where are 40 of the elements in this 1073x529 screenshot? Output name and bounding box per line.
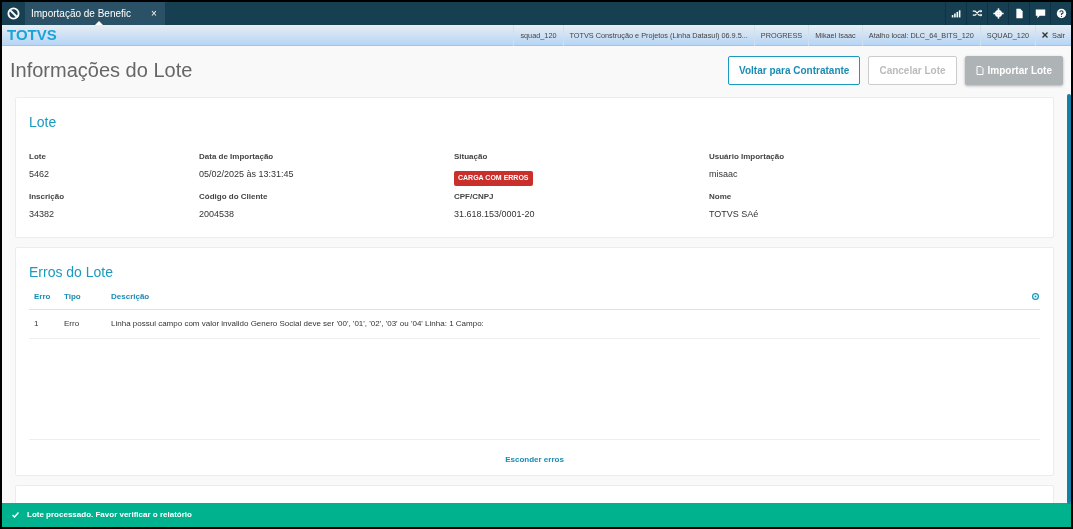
field-label: Data de Importação [199, 151, 275, 163]
card-title: Lote [29, 113, 58, 132]
field-label: Código do Cliente [199, 191, 269, 203]
column-header: Tipo [64, 290, 82, 303]
table-cell-text: Linha possui campo com valor invalido Genero Social deve ser '00', '01', '02', '03' ou '04' Linha: 1 Campo: [111, 317, 485, 330]
field-value: 31.618.153/0001-20 [454, 208, 536, 221]
field-value: 05/02/2025 às 13:31:45 [199, 168, 295, 181]
field-label: Lote [29, 151, 47, 163]
page-title: Informações do Lote [10, 58, 194, 83]
signal-icon[interactable] [950, 8, 962, 19]
document-icon[interactable] [1013, 8, 1025, 19]
field-value: TOTVS SAé [709, 208, 760, 221]
action-button[interactable]: Voltar para Contratante [728, 55, 861, 85]
table-cell-text: 1 [34, 317, 40, 330]
field-label: CPF/CNPJ [454, 191, 495, 203]
document-icon [975, 65, 984, 75]
check-icon [12, 512, 19, 518]
field-label: Usuário Importação [709, 151, 786, 163]
help-icon[interactable] [1055, 8, 1067, 19]
table-cell-text: Erro [64, 317, 81, 330]
field-value: 2004538 [199, 208, 236, 221]
close-icon [1042, 32, 1048, 38]
field-label: Inscrição [29, 191, 66, 203]
field-value: 34382 [29, 208, 56, 221]
hide-errors-link[interactable]: Esconder erros [505, 454, 564, 464]
card-title: Erros do Lote [29, 262, 115, 282]
field-label: Situação [454, 151, 489, 163]
toast-message: Lote processado. Favor verificar o relatório [27, 509, 192, 521]
brand-logo: TOTVS [6, 24, 57, 45]
scrollbar[interactable] [1067, 94, 1071, 504]
chat-icon[interactable] [1034, 8, 1046, 19]
app-logo-icon[interactable] [7, 7, 20, 20]
field-label: Nome [709, 191, 733, 203]
shuffle-icon[interactable] [971, 8, 983, 19]
close-icon[interactable]: × [151, 6, 157, 21]
column-header: Descrição [111, 290, 151, 303]
field-value: misaac [709, 168, 739, 181]
column-header: Erro [34, 290, 52, 303]
tab[interactable]: Importação de Benefic × [25, 2, 165, 25]
field-value: 5462 [29, 168, 51, 181]
